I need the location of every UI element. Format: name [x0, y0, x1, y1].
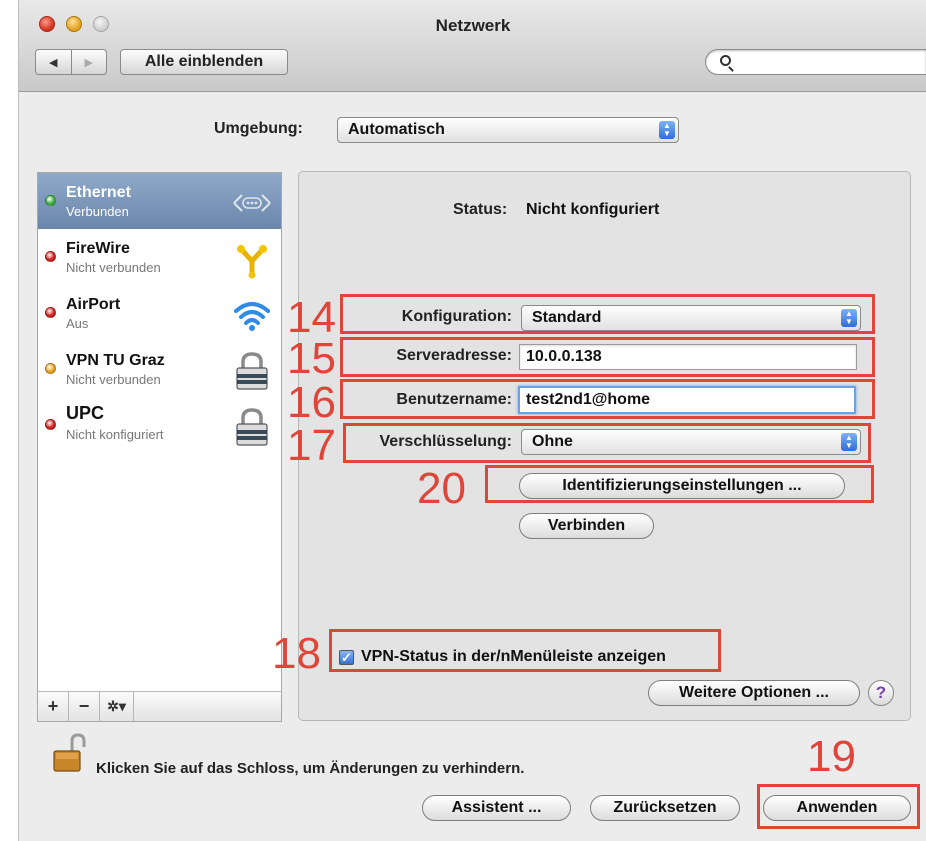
annotation-box-19 — [757, 784, 920, 829]
service-name: FireWire — [66, 240, 130, 257]
annotation-box-16 — [340, 379, 875, 419]
location-popup[interactable]: Automatisch ▲ ▼ — [337, 117, 679, 143]
service-name: VPN TU Graz — [66, 352, 165, 369]
back-forward-control: ◀ ▶ — [35, 49, 107, 75]
wifi-icon — [234, 302, 270, 331]
help-button[interactable]: ? — [868, 680, 894, 706]
service-name: AirPort — [66, 296, 121, 313]
service-status: Nicht konfiguriert — [66, 427, 164, 442]
search-input[interactable] — [705, 49, 926, 75]
status-dot — [45, 307, 56, 318]
show-all-button[interactable]: Alle einblenden — [120, 49, 288, 75]
window-title: Netzwerk — [435, 16, 511, 35]
service-list: Ethernet Verbunden FireWire Nicht verbun… — [37, 172, 282, 722]
remove-service-button[interactable]: − — [69, 692, 100, 721]
service-item-firewire[interactable]: FireWire Nicht verbunden — [38, 229, 281, 285]
status-dot — [45, 419, 56, 430]
service-name: Ethernet — [66, 184, 131, 201]
ethernet-icon — [233, 194, 271, 212]
annotation-number-18: 18 — [272, 629, 321, 678]
service-item-airport[interactable]: AirPort Aus — [38, 285, 281, 341]
search-icon — [720, 55, 731, 66]
service-status: Verbunden — [66, 204, 129, 219]
location-value: Automatisch — [348, 121, 445, 138]
assistant-button[interactable]: Assistent ... — [422, 795, 571, 821]
annotation-number-19: 19 — [807, 732, 856, 781]
forward-button[interactable]: ▶ — [70, 50, 107, 74]
status-dot — [45, 195, 56, 206]
annotation-number-20: 20 — [417, 464, 466, 513]
title-bar: Netzwerk ◀ ▶ Alle einblenden — [19, 0, 926, 92]
service-status: Aus — [66, 316, 89, 331]
status-label: Status: — [453, 201, 508, 218]
add-service-button[interactable]: + — [38, 692, 69, 721]
service-name: UPC — [66, 403, 105, 423]
annotation-number-17: 17 — [287, 421, 336, 470]
service-item-vpn-tu-graz[interactable]: VPN TU Graz Nicht verbunden — [38, 341, 281, 397]
firewire-icon — [237, 245, 267, 279]
revert-button[interactable]: Zurücksetzen — [590, 795, 740, 821]
status-dot — [45, 363, 56, 374]
annotation-number-16: 16 — [287, 378, 336, 427]
annotation-number-15: 15 — [287, 334, 336, 383]
annotation-box-17 — [343, 423, 871, 463]
service-status: Nicht verbunden — [66, 260, 161, 275]
annotation-box-14 — [340, 294, 875, 334]
lock-icon — [236, 352, 268, 390]
annotation-box-15 — [340, 337, 875, 377]
service-list-toolbar: + − ✲▾ — [37, 691, 282, 722]
unlocked-padlock-icon[interactable] — [52, 733, 88, 773]
status-value: Nicht konfiguriert — [526, 201, 660, 218]
back-button[interactable]: ◀ — [36, 50, 71, 74]
action-menu-button[interactable]: ✲▾ — [100, 692, 134, 721]
lock-icon — [236, 408, 268, 446]
service-status: Nicht verbunden — [66, 372, 161, 387]
popup-arrows-icon: ▲ ▼ — [659, 121, 675, 139]
location-label: Umgebung: — [214, 120, 303, 137]
annotation-box-18 — [329, 629, 721, 672]
connect-button[interactable]: Verbinden — [519, 513, 654, 539]
service-item-ethernet[interactable]: Ethernet Verbunden — [38, 173, 281, 229]
service-item-upc[interactable]: UPC Nicht konfiguriert — [38, 397, 281, 453]
more-options-button[interactable]: Weitere Optionen ... — [648, 680, 860, 706]
annotation-box-20 — [485, 465, 874, 503]
status-dot — [45, 251, 56, 262]
lock-hint-text: Klicken Sie auf das Schloss, um Änderung… — [96, 760, 525, 777]
